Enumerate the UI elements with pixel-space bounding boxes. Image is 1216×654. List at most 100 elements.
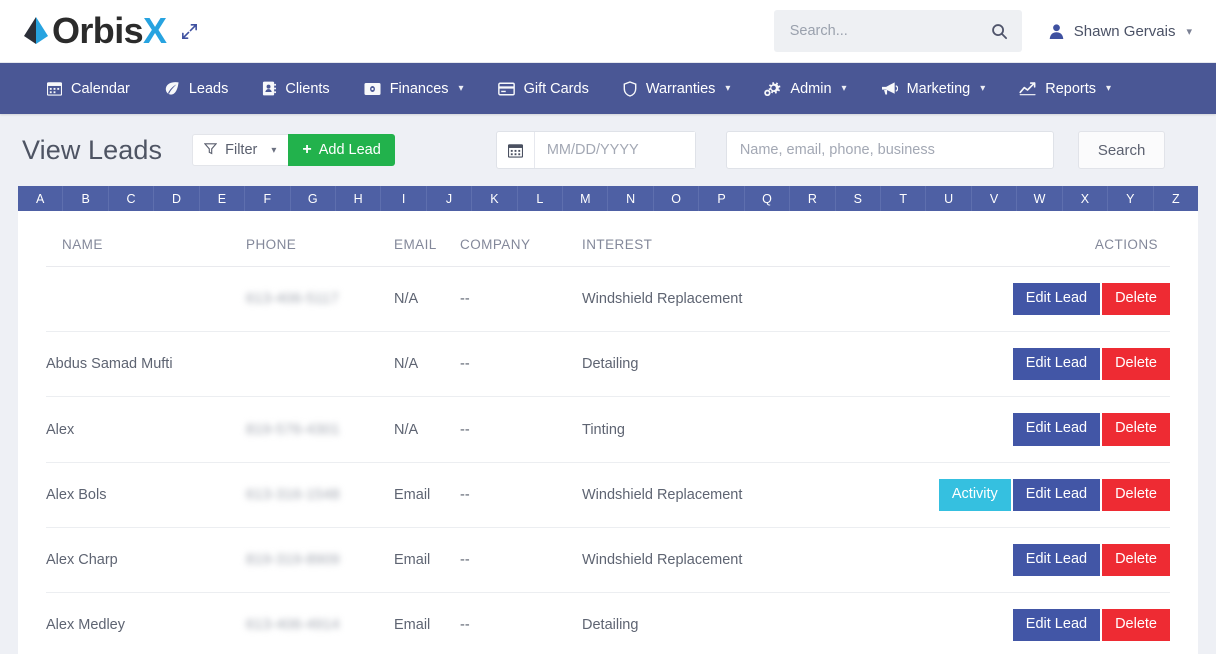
- query-input[interactable]: [727, 132, 1053, 168]
- cell-phone: [246, 332, 394, 397]
- search-submit-button[interactable]: Search: [1078, 131, 1166, 169]
- edit-lead-button[interactable]: Edit Lead: [1013, 283, 1100, 315]
- alpha-filter-o[interactable]: O: [654, 186, 699, 211]
- nav-item-calendar[interactable]: Calendar: [30, 63, 147, 114]
- alpha-filter-u[interactable]: U: [926, 186, 971, 211]
- column-header-phone: PHONE: [246, 211, 394, 267]
- nav-item-leads[interactable]: Leads: [147, 63, 246, 114]
- alpha-filter-x[interactable]: X: [1063, 186, 1108, 211]
- column-header-actions: ACTIONS: [876, 211, 1170, 267]
- leads-search-cluster: Search: [496, 131, 1166, 169]
- cell-interest: Windshield Replacement: [582, 462, 876, 527]
- cell-email: Email: [394, 462, 460, 527]
- global-search-box[interactable]: [774, 10, 1022, 52]
- nav-item-label: Clients: [285, 81, 329, 97]
- alpha-filter-h[interactable]: H: [336, 186, 381, 211]
- nav-item-admin[interactable]: Admin▾: [747, 63, 863, 114]
- edit-lead-button[interactable]: Edit Lead: [1013, 609, 1100, 641]
- alpha-filter-v[interactable]: V: [972, 186, 1017, 211]
- cell-interest: Detailing: [582, 332, 876, 397]
- leads-table-head: NAME PHONE EMAIL COMPANY INTEREST ACTION…: [46, 211, 1170, 267]
- date-filter-field[interactable]: [496, 131, 696, 169]
- add-lead-button[interactable]: + Add Lead: [288, 134, 394, 166]
- search-icon[interactable]: [991, 23, 1008, 40]
- alpha-filter-d[interactable]: D: [154, 186, 199, 211]
- alpha-filter-b[interactable]: B: [63, 186, 108, 211]
- table-row: Alex819-576-4301N/A--TintingEdit LeadDel…: [46, 397, 1170, 462]
- filter-label: Filter: [225, 142, 257, 158]
- search-input[interactable]: [788, 10, 991, 52]
- chevron-down-icon: ▾: [980, 83, 985, 94]
- cell-email: N/A: [394, 332, 460, 397]
- nav-item-reports[interactable]: Reports▾: [1002, 63, 1128, 114]
- cell-company: --: [460, 332, 582, 397]
- delete-lead-button[interactable]: Delete: [1102, 413, 1170, 445]
- edit-lead-button[interactable]: Edit Lead: [1013, 413, 1100, 445]
- plus-icon: +: [302, 142, 311, 158]
- user-menu[interactable]: Shawn Gervais ▾: [1048, 23, 1192, 40]
- nav-item-warranties[interactable]: Warranties▾: [606, 63, 748, 114]
- chevron-down-icon[interactable]: ▾: [1186, 25, 1192, 38]
- app-logo[interactable]: OrbisX: [22, 13, 199, 49]
- alpha-filter-g[interactable]: G: [291, 186, 336, 211]
- alpha-filter-w[interactable]: W: [1017, 186, 1062, 211]
- cell-company: --: [460, 397, 582, 462]
- cell-company: --: [460, 593, 582, 654]
- alpha-filter-t[interactable]: T: [881, 186, 926, 211]
- alpha-filter-z[interactable]: Z: [1154, 186, 1198, 211]
- header-right-group: Shawn Gervais ▾: [774, 10, 1192, 52]
- delete-lead-button[interactable]: Delete: [1102, 479, 1170, 511]
- edit-lead-button[interactable]: Edit Lead: [1013, 479, 1100, 511]
- alpha-filter-y[interactable]: Y: [1108, 186, 1153, 211]
- alpha-filter-a[interactable]: A: [18, 186, 63, 211]
- nav-item-finances[interactable]: Finances▾: [347, 63, 481, 114]
- alpha-filter-p[interactable]: P: [699, 186, 744, 211]
- edit-lead-button[interactable]: Edit Lead: [1013, 544, 1100, 576]
- cell-company: --: [460, 462, 582, 527]
- activity-button[interactable]: Activity: [939, 479, 1011, 511]
- calendar-icon: [47, 81, 62, 96]
- nav-item-marketing[interactable]: Marketing ▾: [864, 63, 1003, 114]
- alpha-filter-s[interactable]: S: [836, 186, 881, 211]
- cell-email: Email: [394, 527, 460, 592]
- cell-interest: Detailing: [582, 593, 876, 654]
- edit-lead-button[interactable]: Edit Lead: [1013, 348, 1100, 380]
- cell-phone: 613-406-4914: [246, 593, 394, 654]
- nav-item-label: Marketing: [907, 81, 971, 97]
- orbisx-arrow-icon: [22, 14, 52, 48]
- date-input[interactable]: [535, 132, 695, 168]
- delete-lead-button[interactable]: Delete: [1102, 609, 1170, 641]
- table-row: Abdus Samad MuftiN/A--DetailingEdit Lead…: [46, 332, 1170, 397]
- delete-lead-button[interactable]: Delete: [1102, 348, 1170, 380]
- nav-item-clients[interactable]: Clients: [245, 63, 346, 114]
- cell-actions: ActivityEdit LeadDelete: [876, 462, 1170, 527]
- delete-lead-button[interactable]: Delete: [1102, 283, 1170, 315]
- nav-item-label: Admin: [790, 81, 831, 97]
- chart-line-icon: [1019, 81, 1036, 96]
- alpha-filter-e[interactable]: E: [200, 186, 245, 211]
- nav-item-label: Gift Cards: [524, 81, 589, 97]
- nav-item-gift-cards[interactable]: Gift Cards: [481, 63, 606, 114]
- leads-table-body: 613-406-5117N/A--Windshield ReplacementE…: [46, 267, 1170, 654]
- page-content: View Leads Filter ▾ + Add Lead: [0, 114, 1216, 654]
- filter-button[interactable]: Filter ▾: [192, 134, 288, 166]
- cell-email: N/A: [394, 267, 460, 332]
- alpha-filter-m[interactable]: M: [563, 186, 608, 211]
- expand-arrows-icon[interactable]: [180, 22, 199, 41]
- alpha-filter-f[interactable]: F: [245, 186, 290, 211]
- alpha-filter-k[interactable]: K: [472, 186, 517, 211]
- alpha-filter-c[interactable]: C: [109, 186, 154, 211]
- alpha-filter-q[interactable]: Q: [745, 186, 790, 211]
- alpha-filter-n[interactable]: N: [608, 186, 653, 211]
- delete-lead-button[interactable]: Delete: [1102, 544, 1170, 576]
- alpha-filter-i[interactable]: I: [381, 186, 426, 211]
- page-title: View Leads: [22, 135, 162, 166]
- alpha-filter-r[interactable]: R: [790, 186, 835, 211]
- query-field[interactable]: [726, 131, 1054, 169]
- chevron-down-icon: ▾: [1106, 83, 1111, 94]
- calendar-icon[interactable]: [497, 132, 535, 168]
- alpha-filter-j[interactable]: J: [427, 186, 472, 211]
- logo-text: OrbisX: [52, 13, 166, 49]
- cell-actions: Edit LeadDelete: [876, 593, 1170, 654]
- alpha-filter-l[interactable]: L: [518, 186, 563, 211]
